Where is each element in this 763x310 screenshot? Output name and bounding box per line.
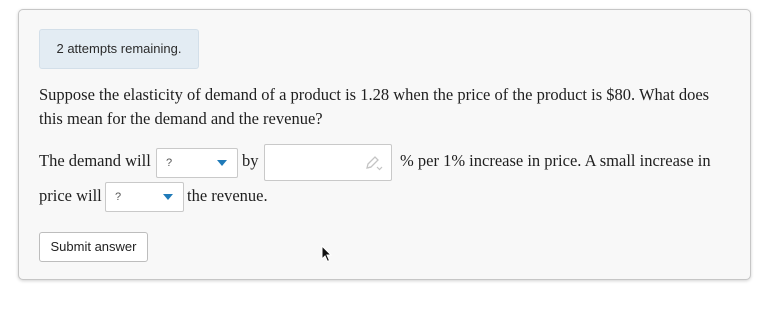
sentence-part-percent: % per 1% increase in price. A small incr… — [400, 151, 711, 170]
submit-answer-button[interactable]: Submit answer — [39, 232, 148, 262]
sentence-part-by: by — [242, 151, 259, 170]
sentence-part-demand-will: The demand will — [39, 151, 151, 170]
demand-direction-select-value: ? — [166, 157, 173, 169]
pencil-icon — [366, 156, 383, 171]
demand-direction-select[interactable]: ? — [156, 148, 238, 178]
attempts-remaining-banner: 2 attempts remaining. — [39, 29, 199, 69]
mouse-pointer-icon — [321, 245, 333, 263]
question-card: 2 attempts remaining. Suppose the elasti… — [18, 9, 751, 280]
percent-change-input[interactable] — [264, 144, 392, 181]
revenue-effect-select-value: ? — [115, 191, 122, 203]
chevron-down-icon — [217, 160, 227, 166]
sentence-part-the-revenue: the revenue. — [187, 186, 268, 205]
chevron-down-icon — [163, 194, 173, 200]
question-text: Suppose the elasticity of demand of a pr… — [39, 85, 710, 128]
sentence-part-price-will: price will — [39, 186, 102, 205]
revenue-effect-select[interactable]: ? — [105, 182, 184, 212]
